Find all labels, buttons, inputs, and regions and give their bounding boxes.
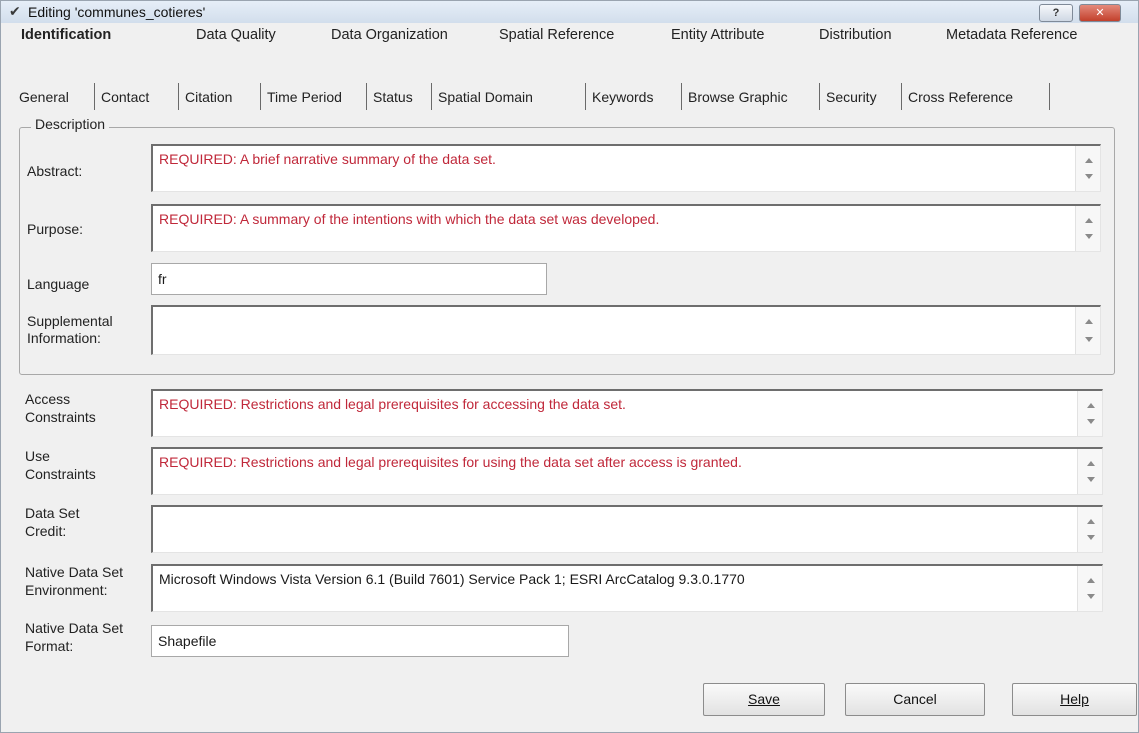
save-button[interactable]: Save: [703, 683, 825, 716]
tab-data-organization[interactable]: Data Organization: [331, 27, 448, 43]
help-title-button[interactable]: ?: [1039, 4, 1073, 22]
native-format-field[interactable]: Shapefile: [151, 625, 569, 657]
scroll-up-icon[interactable]: [1087, 519, 1095, 524]
subtab-status[interactable]: Status: [367, 83, 432, 110]
checkmark-icon: ✔: [9, 3, 21, 19]
scroll-down-icon[interactable]: [1087, 535, 1095, 540]
subtab-general[interactable]: General: [13, 83, 95, 110]
environment-text: Microsoft Windows Vista Version 6.1 (Bui…: [159, 571, 745, 587]
scroll-down-icon[interactable]: [1085, 234, 1093, 239]
tab-metadata-reference[interactable]: Metadata Reference: [946, 27, 1077, 43]
scroll-down-icon[interactable]: [1087, 477, 1095, 482]
language-field[interactable]: fr: [151, 263, 547, 295]
environment-label-line2: Environment:: [25, 582, 108, 598]
use-label-line1: Use: [25, 448, 50, 464]
access-constraints-field[interactable]: REQUIRED: Restrictions and legal prerequ…: [151, 389, 1103, 437]
scroll-down-icon[interactable]: [1087, 594, 1095, 599]
scroll-up-icon[interactable]: [1087, 461, 1095, 466]
scroll-up-icon[interactable]: [1085, 158, 1093, 163]
subtab-browse-graphic[interactable]: Browse Graphic: [682, 83, 820, 110]
window-title: Editing 'communes_cotieres': [28, 4, 206, 20]
format-label-line1: Native Data Set: [25, 620, 124, 636]
tab-spatial-reference[interactable]: Spatial Reference: [499, 27, 614, 43]
abstract-field[interactable]: REQUIRED: A brief narrative summary of t…: [151, 144, 1101, 192]
subtab-cross-reference[interactable]: Cross Reference: [902, 83, 1050, 110]
purpose-field[interactable]: REQUIRED: A summary of the intentions wi…: [151, 204, 1101, 252]
access-label-line2: Constraints: [25, 409, 96, 425]
language-text: fr: [158, 271, 167, 287]
purpose-text: REQUIRED: A summary of the intentions wi…: [159, 211, 660, 227]
subtab-citation[interactable]: Citation: [179, 83, 261, 110]
subtab-contact[interactable]: Contact: [95, 83, 179, 110]
subtab-security[interactable]: Security: [820, 83, 902, 110]
credit-label-line1: Data Set: [25, 505, 80, 521]
abstract-text: REQUIRED: A brief narrative summary of t…: [159, 151, 496, 167]
scroll-up-icon[interactable]: [1085, 319, 1093, 324]
supplemental-label-line1: Supplemental: [27, 313, 113, 329]
data-set-credit-field[interactable]: [151, 505, 1103, 553]
access-constraints-text: REQUIRED: Restrictions and legal prerequ…: [159, 396, 626, 412]
scroll-down-icon[interactable]: [1085, 337, 1093, 342]
supplemental-field[interactable]: [151, 305, 1101, 355]
sub-tab-bar: General Contact Citation Time Period Sta…: [13, 83, 1063, 110]
access-label-line1: Access: [25, 391, 71, 407]
tab-entity-attribute[interactable]: Entity Attribute: [671, 27, 765, 43]
help-button-label: Help: [1060, 691, 1089, 707]
environment-scrollbar[interactable]: [1077, 566, 1102, 611]
format-label-line2: Format:: [25, 638, 74, 654]
purpose-scrollbar[interactable]: [1075, 206, 1100, 251]
credit-label-line2: Credit:: [25, 523, 67, 539]
subtab-time-period[interactable]: Time Period: [261, 83, 367, 110]
environment-field[interactable]: Microsoft Windows Vista Version 6.1 (Bui…: [151, 564, 1103, 612]
use-constraints-field[interactable]: REQUIRED: Restrictions and legal prerequ…: [151, 447, 1103, 495]
use-label-line2: Constraints: [25, 466, 96, 482]
subtab-keywords[interactable]: Keywords: [586, 83, 682, 110]
purpose-label: Purpose:: [27, 221, 84, 237]
editor-window: ✔ Editing 'communes_cotieres' ? ✕ Identi…: [0, 0, 1139, 733]
tab-identification[interactable]: Identification: [21, 27, 111, 43]
scroll-up-icon[interactable]: [1085, 218, 1093, 223]
supplemental-scrollbar[interactable]: [1075, 307, 1100, 354]
description-legend: Description: [31, 116, 110, 132]
scroll-down-icon[interactable]: [1087, 419, 1095, 424]
supplemental-label-line2: Information:: [27, 330, 101, 346]
credit-scrollbar[interactable]: [1077, 507, 1102, 552]
native-format-text: Shapefile: [158, 633, 217, 649]
subtab-spatial-domain[interactable]: Spatial Domain: [432, 83, 586, 110]
language-label: Language: [27, 276, 90, 292]
environment-label-line1: Native Data Set: [25, 564, 124, 580]
use-constraints-text: REQUIRED: Restrictions and legal prerequ…: [159, 454, 742, 470]
cancel-button-label: Cancel: [893, 691, 937, 707]
tab-data-quality[interactable]: Data Quality: [196, 27, 276, 43]
scroll-down-icon[interactable]: [1085, 174, 1093, 179]
access-scrollbar[interactable]: [1077, 391, 1102, 436]
help-button[interactable]: Help: [1012, 683, 1137, 716]
cancel-button[interactable]: Cancel: [845, 683, 985, 716]
abstract-scrollbar[interactable]: [1075, 146, 1100, 191]
use-scrollbar[interactable]: [1077, 449, 1102, 494]
close-button[interactable]: ✕: [1079, 4, 1121, 22]
abstract-label: Abstract:: [27, 163, 83, 179]
save-button-label: Save: [748, 691, 780, 707]
tab-distribution[interactable]: Distribution: [819, 27, 892, 43]
title-bar[interactable]: ✔ Editing 'communes_cotieres' ? ✕: [1, 1, 1138, 23]
scroll-up-icon[interactable]: [1087, 403, 1095, 408]
scroll-up-icon[interactable]: [1087, 578, 1095, 583]
section-tab-bar: Identification Data Quality Data Organiz…: [1, 23, 1138, 47]
